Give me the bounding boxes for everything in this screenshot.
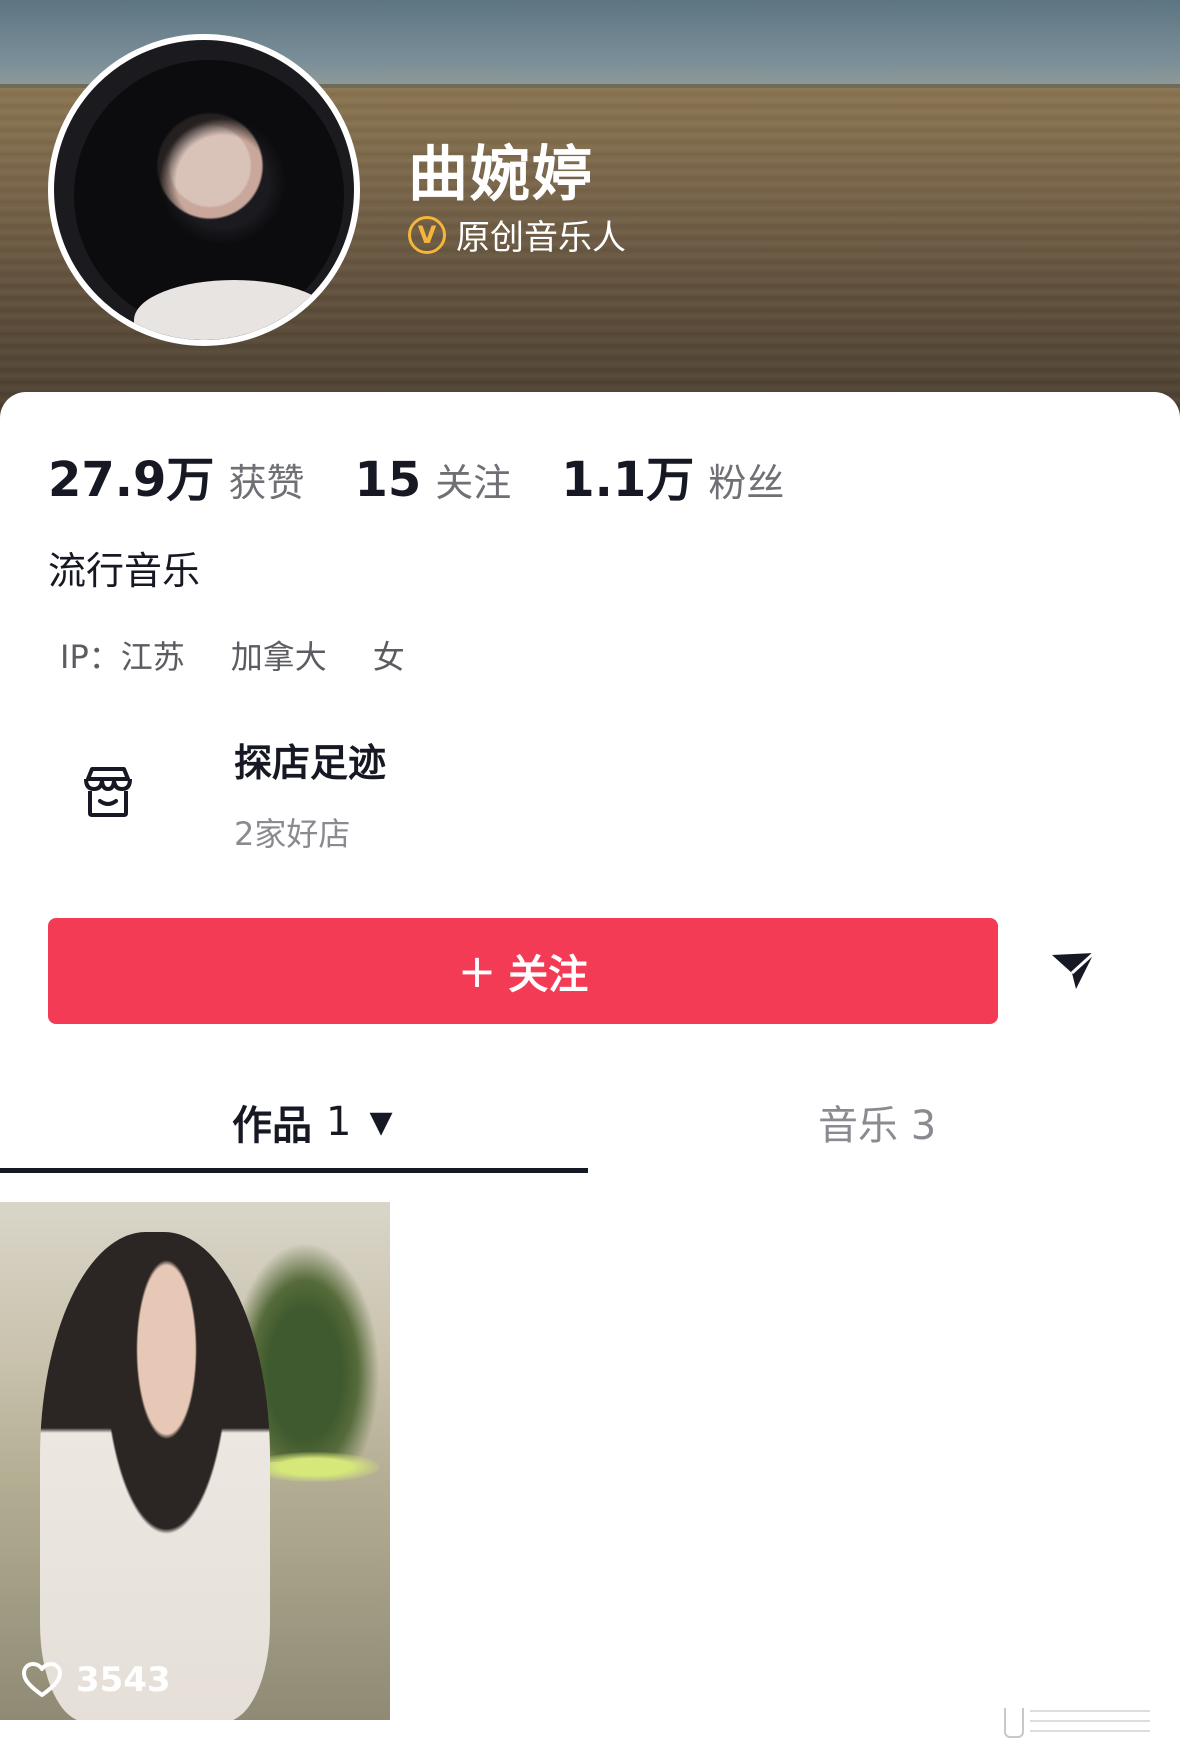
tab-works-count: 1 xyxy=(326,1099,352,1145)
shop-footprint-entry[interactable]: 探店足迹 2家好店 xyxy=(48,732,386,855)
tab-active-indicator xyxy=(0,1168,588,1173)
profile-header-banner: 曲婉婷 V 原创音乐人 xyxy=(0,0,1180,420)
stat-likes-value: 27.9万 xyxy=(48,452,215,508)
verification-row[interactable]: V 原创音乐人 xyxy=(408,210,626,259)
video-likes: 3543 xyxy=(22,1660,171,1700)
stat-followers[interactable]: 1.1万 粉丝 xyxy=(561,440,784,510)
stat-likes[interactable]: 27.9万 获赞 xyxy=(48,440,304,510)
storefront-icon xyxy=(48,732,168,852)
profile-card: 27.9万 获赞 15 关注 1.1万 粉丝 流行音乐 IP：江苏 加拿大 女 … xyxy=(0,392,1180,1756)
stat-following-label: 关注 xyxy=(435,461,512,505)
tab-works[interactable]: 作品 1 ▼ xyxy=(232,1082,393,1162)
profile-stats: 27.9万 获赞 15 关注 1.1万 粉丝 xyxy=(48,440,834,510)
follow-label: 关注 xyxy=(508,952,589,998)
bio-text: 流行音乐 xyxy=(48,549,201,593)
avatar[interactable] xyxy=(48,34,360,346)
tab-works-label: 作品 xyxy=(232,1103,312,1149)
menu-lines-icon xyxy=(1030,1710,1150,1734)
video-likes-count: 3543 xyxy=(76,1660,171,1700)
tag-location: 加拿大 xyxy=(230,638,327,676)
shop-subtitle: 2家好店 xyxy=(234,815,351,853)
video-thumbnail[interactable]: 3543 xyxy=(0,1202,390,1720)
heart-icon xyxy=(22,1662,62,1697)
caret-down-icon: ▼ xyxy=(369,1104,393,1140)
tag-ip: IP：江苏 xyxy=(60,638,185,676)
verification-label: 原创音乐人 xyxy=(456,218,626,258)
stat-followers-value: 1.1万 xyxy=(561,452,695,508)
thumbnail-person xyxy=(40,1232,270,1720)
stat-likes-label: 获赞 xyxy=(228,461,305,505)
tab-music[interactable]: 音乐 3 xyxy=(818,1082,936,1162)
content-tabs: 作品 1 ▼ 音乐 3 xyxy=(0,1082,1180,1174)
follow-button[interactable]: + 关注 xyxy=(48,918,998,1024)
profile-tags: IP：江苏 加拿大 女 xyxy=(60,632,405,678)
tab-music-label: 音乐 3 xyxy=(818,1103,937,1149)
stat-following[interactable]: 15 关注 xyxy=(354,452,511,508)
stat-following-value: 15 xyxy=(354,452,422,508)
shop-title: 探店足迹 xyxy=(234,741,387,785)
verified-v-icon: V xyxy=(408,215,446,254)
plus-icon: + xyxy=(457,944,497,998)
profile-name: 曲婉婷 xyxy=(408,140,594,210)
tag-gender: 女 xyxy=(372,638,405,676)
send-icon[interactable] xyxy=(1040,938,1106,1004)
stat-followers-label: 粉丝 xyxy=(708,461,785,505)
home-indicator-icon xyxy=(1004,1708,1024,1738)
